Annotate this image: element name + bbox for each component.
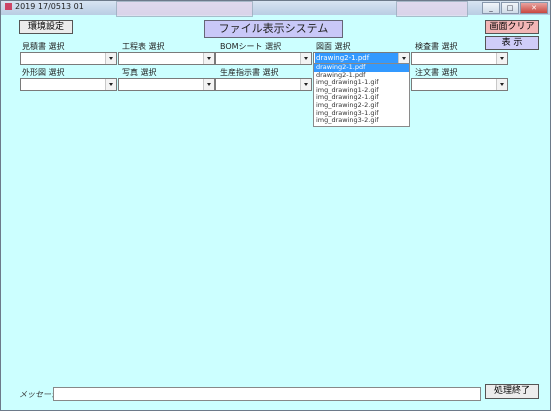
purchase-order-label: 注文書 選択 (415, 68, 458, 77)
drawing-dropdown-list: drawing2-1.pdf drawing2-1.pdf img_drawin… (313, 63, 410, 127)
bom-sheet-select[interactable] (215, 52, 312, 65)
photo-select[interactable] (118, 78, 215, 91)
schedule-select[interactable] (118, 52, 215, 65)
outline-drawing-select-value (22, 79, 105, 90)
outline-drawing-select[interactable] (20, 78, 117, 91)
display-button[interactable]: 表 示 (485, 36, 539, 50)
chevron-down-icon[interactable] (105, 53, 116, 64)
purchase-order-select[interactable] (411, 78, 508, 91)
photo-select-value (120, 79, 203, 90)
window-title-text: 2019 17/0513 01 (15, 2, 84, 11)
exit-button[interactable]: 処理終了 (485, 384, 539, 399)
drawing-label: 図面 選択 (316, 42, 351, 51)
chevron-down-icon[interactable] (203, 79, 214, 90)
message-field[interactable] (53, 387, 481, 401)
bom-sheet-label: BOMシート 選択 (220, 42, 282, 51)
app-title: ファイル表示システム (204, 20, 343, 38)
production-order-label: 生産指示書 選択 (220, 68, 279, 77)
estimate-select[interactable] (20, 52, 117, 65)
inspection-select[interactable] (411, 52, 508, 65)
chevron-down-icon[interactable] (203, 53, 214, 64)
inspection-label: 検査書 選択 (415, 42, 458, 51)
inspection-select-value (413, 53, 496, 64)
estimate-label: 見積書 選択 (22, 42, 65, 51)
chevron-down-icon[interactable] (496, 53, 507, 64)
purchase-order-select-value (413, 79, 496, 90)
app-icon (5, 3, 12, 10)
schedule-select-value (120, 53, 203, 64)
window-title: 2019 17/0513 01 (5, 2, 84, 11)
schedule-label: 工程表 選択 (122, 42, 165, 51)
dropdown-option[interactable]: img_drawing3-2.gif (314, 117, 409, 125)
maximize-button[interactable]: □ (501, 2, 519, 14)
bom-sheet-select-value (217, 53, 300, 64)
production-order-select[interactable] (215, 78, 312, 91)
minimize-button[interactable]: _ (482, 2, 500, 14)
clear-screen-button[interactable]: 画面クリア (485, 20, 539, 34)
window-controls: _ □ ✕ (481, 2, 548, 14)
chevron-down-icon[interactable] (496, 79, 507, 90)
chevron-down-icon[interactable] (105, 79, 116, 90)
chevron-down-icon[interactable] (300, 79, 311, 90)
window-titlebar[interactable]: 2019 17/0513 01 _ □ ✕ (1, 1, 550, 17)
production-order-select-value (217, 79, 300, 90)
background-window-thumbnail (116, 1, 253, 17)
estimate-select-value (22, 53, 105, 64)
chevron-down-icon[interactable] (300, 53, 311, 64)
outline-drawing-label: 外形図 選択 (22, 68, 65, 77)
app-window: 2019 17/0513 01 _ □ ✕ 環境設定 ファイル表示システム 画面… (0, 0, 551, 411)
close-button[interactable]: ✕ (520, 2, 548, 14)
background-window-thumbnail (396, 1, 468, 17)
photo-label: 写真 選択 (122, 68, 157, 77)
environment-settings-button[interactable]: 環境設定 (19, 20, 73, 34)
